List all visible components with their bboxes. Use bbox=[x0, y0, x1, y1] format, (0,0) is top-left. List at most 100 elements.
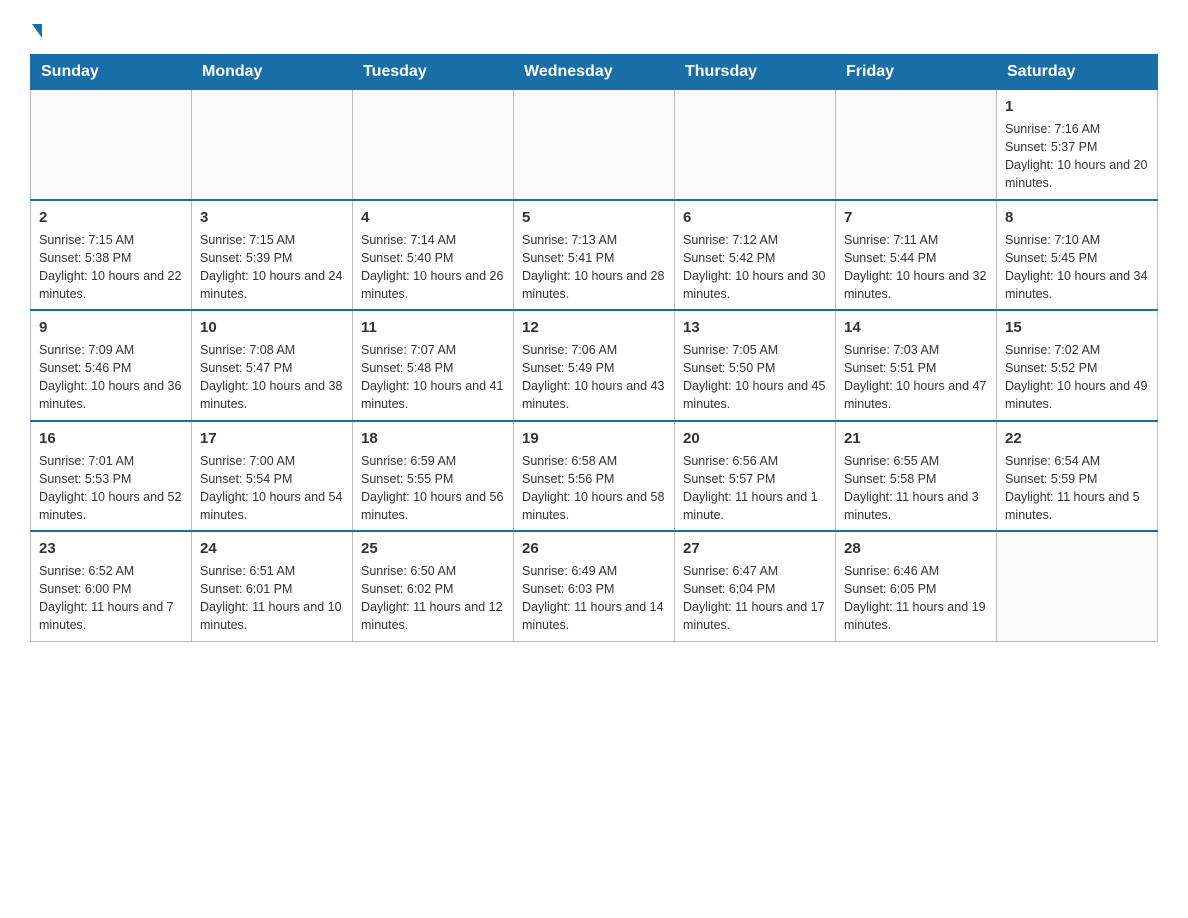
day-number: 19 bbox=[522, 428, 666, 449]
calendar-week-row: 2 Sunrise: 7:15 AM Sunset: 5:38 PM Daylig… bbox=[31, 200, 1158, 311]
day-info: Sunrise: 6:54 AM Sunset: 5:59 PM Dayligh… bbox=[1005, 452, 1149, 525]
day-number: 20 bbox=[683, 428, 827, 449]
calendar-cell: 7 Sunrise: 7:11 AM Sunset: 5:44 PM Daylig… bbox=[836, 200, 997, 311]
calendar-cell bbox=[997, 531, 1158, 641]
day-number: 23 bbox=[39, 538, 183, 559]
day-number: 21 bbox=[844, 428, 988, 449]
weekday-header-saturday: Saturday bbox=[997, 55, 1158, 90]
calendar-cell: 22 Sunrise: 6:54 AM Sunset: 5:59 PM Dayli… bbox=[997, 421, 1158, 532]
logo bbox=[30, 20, 42, 38]
day-info: Sunrise: 7:15 AM Sunset: 5:38 PM Dayligh… bbox=[39, 231, 183, 304]
day-number: 28 bbox=[844, 538, 988, 559]
day-number: 7 bbox=[844, 207, 988, 228]
day-number: 6 bbox=[683, 207, 827, 228]
day-number: 25 bbox=[361, 538, 505, 559]
calendar-cell: 27 Sunrise: 6:47 AM Sunset: 6:04 PM Dayli… bbox=[675, 531, 836, 641]
calendar-cell: 3 Sunrise: 7:15 AM Sunset: 5:39 PM Daylig… bbox=[192, 200, 353, 311]
calendar-cell: 26 Sunrise: 6:49 AM Sunset: 6:03 PM Dayli… bbox=[514, 531, 675, 641]
day-info: Sunrise: 7:11 AM Sunset: 5:44 PM Dayligh… bbox=[844, 231, 988, 304]
day-info: Sunrise: 7:08 AM Sunset: 5:47 PM Dayligh… bbox=[200, 341, 344, 414]
day-info: Sunrise: 7:02 AM Sunset: 5:52 PM Dayligh… bbox=[1005, 341, 1149, 414]
calendar-cell bbox=[192, 90, 353, 200]
day-info: Sunrise: 6:59 AM Sunset: 5:55 PM Dayligh… bbox=[361, 452, 505, 525]
calendar-cell: 19 Sunrise: 6:58 AM Sunset: 5:56 PM Dayli… bbox=[514, 421, 675, 532]
day-number: 13 bbox=[683, 317, 827, 338]
day-number: 24 bbox=[200, 538, 344, 559]
day-info: Sunrise: 7:05 AM Sunset: 5:50 PM Dayligh… bbox=[683, 341, 827, 414]
weekday-header-wednesday: Wednesday bbox=[514, 55, 675, 90]
day-info: Sunrise: 7:16 AM Sunset: 5:37 PM Dayligh… bbox=[1005, 120, 1149, 193]
calendar-cell: 23 Sunrise: 6:52 AM Sunset: 6:00 PM Dayli… bbox=[31, 531, 192, 641]
day-info: Sunrise: 7:15 AM Sunset: 5:39 PM Dayligh… bbox=[200, 231, 344, 304]
calendar-cell: 11 Sunrise: 7:07 AM Sunset: 5:48 PM Dayli… bbox=[353, 310, 514, 421]
weekday-header-monday: Monday bbox=[192, 55, 353, 90]
day-info: Sunrise: 6:50 AM Sunset: 6:02 PM Dayligh… bbox=[361, 562, 505, 635]
calendar-cell: 5Sunrise: 7:13 AM Sunset: 5:41 PM Daylig… bbox=[514, 200, 675, 311]
day-info: Sunrise: 7:07 AM Sunset: 5:48 PM Dayligh… bbox=[361, 341, 505, 414]
day-number: 11 bbox=[361, 317, 505, 338]
calendar-cell: 25 Sunrise: 6:50 AM Sunset: 6:02 PM Dayli… bbox=[353, 531, 514, 641]
day-info: Sunrise: 7:03 AM Sunset: 5:51 PM Dayligh… bbox=[844, 341, 988, 414]
day-info: Sunrise: 6:51 AM Sunset: 6:01 PM Dayligh… bbox=[200, 562, 344, 635]
day-number: 4 bbox=[361, 207, 505, 228]
day-info: Sunrise: 6:55 AM Sunset: 5:58 PM Dayligh… bbox=[844, 452, 988, 525]
calendar-cell: 2 Sunrise: 7:15 AM Sunset: 5:38 PM Daylig… bbox=[31, 200, 192, 311]
calendar-cell: 24 Sunrise: 6:51 AM Sunset: 6:01 PM Dayli… bbox=[192, 531, 353, 641]
day-number: 1 bbox=[1005, 96, 1149, 117]
day-number: 3 bbox=[200, 207, 344, 228]
day-number: 27 bbox=[683, 538, 827, 559]
calendar-cell: 10 Sunrise: 7:08 AM Sunset: 5:47 PM Dayli… bbox=[192, 310, 353, 421]
day-number: 26 bbox=[522, 538, 666, 559]
day-info: Sunrise: 7:06 AM Sunset: 5:49 PM Dayligh… bbox=[522, 341, 666, 414]
calendar-cell: 17 Sunrise: 7:00 AM Sunset: 5:54 PM Dayli… bbox=[192, 421, 353, 532]
day-info: Sunrise: 6:49 AM Sunset: 6:03 PM Dayligh… bbox=[522, 562, 666, 635]
day-info: Sunrise: 7:00 AM Sunset: 5:54 PM Dayligh… bbox=[200, 452, 344, 525]
calendar-week-row: 1 Sunrise: 7:16 AM Sunset: 5:37 PM Daylig… bbox=[31, 90, 1158, 200]
page-header bbox=[30, 20, 1158, 38]
calendar-cell: 20Sunrise: 6:56 AM Sunset: 5:57 PM Dayli… bbox=[675, 421, 836, 532]
day-info: Sunrise: 6:52 AM Sunset: 6:00 PM Dayligh… bbox=[39, 562, 183, 635]
day-info: Sunrise: 6:46 AM Sunset: 6:05 PM Dayligh… bbox=[844, 562, 988, 635]
day-number: 17 bbox=[200, 428, 344, 449]
calendar-cell: 16 Sunrise: 7:01 AM Sunset: 5:53 PM Dayli… bbox=[31, 421, 192, 532]
day-number: 12 bbox=[522, 317, 666, 338]
day-info: Sunrise: 6:58 AM Sunset: 5:56 PM Dayligh… bbox=[522, 452, 666, 525]
day-number: 22 bbox=[1005, 428, 1149, 449]
calendar-cell bbox=[31, 90, 192, 200]
weekday-header-friday: Friday bbox=[836, 55, 997, 90]
calendar-cell: 9 Sunrise: 7:09 AM Sunset: 5:46 PM Daylig… bbox=[31, 310, 192, 421]
day-number: 9 bbox=[39, 317, 183, 338]
day-info: Sunrise: 6:47 AM Sunset: 6:04 PM Dayligh… bbox=[683, 562, 827, 635]
calendar-cell: 21 Sunrise: 6:55 AM Sunset: 5:58 PM Dayli… bbox=[836, 421, 997, 532]
calendar-cell: 14 Sunrise: 7:03 AM Sunset: 5:51 PM Dayli… bbox=[836, 310, 997, 421]
day-info: Sunrise: 7:14 AM Sunset: 5:40 PM Dayligh… bbox=[361, 231, 505, 304]
weekday-header-row: SundayMondayTuesdayWednesdayThursdayFrid… bbox=[31, 55, 1158, 90]
day-number: 8 bbox=[1005, 207, 1149, 228]
weekday-header-tuesday: Tuesday bbox=[353, 55, 514, 90]
calendar-week-row: 23 Sunrise: 6:52 AM Sunset: 6:00 PM Dayli… bbox=[31, 531, 1158, 641]
weekday-header-sunday: Sunday bbox=[31, 55, 192, 90]
calendar-cell: 1 Sunrise: 7:16 AM Sunset: 5:37 PM Daylig… bbox=[997, 90, 1158, 200]
day-info: Sunrise: 7:13 AM Sunset: 5:41 PM Dayligh… bbox=[522, 231, 666, 304]
day-number: 2 bbox=[39, 207, 183, 228]
day-number: 18 bbox=[361, 428, 505, 449]
calendar-cell: 6Sunrise: 7:12 AM Sunset: 5:42 PM Daylig… bbox=[675, 200, 836, 311]
day-number: 10 bbox=[200, 317, 344, 338]
day-info: Sunrise: 7:09 AM Sunset: 5:46 PM Dayligh… bbox=[39, 341, 183, 414]
day-info: Sunrise: 7:01 AM Sunset: 5:53 PM Dayligh… bbox=[39, 452, 183, 525]
calendar-week-row: 16 Sunrise: 7:01 AM Sunset: 5:53 PM Dayli… bbox=[31, 421, 1158, 532]
day-number: 14 bbox=[844, 317, 988, 338]
weekday-header-thursday: Thursday bbox=[675, 55, 836, 90]
calendar-cell bbox=[836, 90, 997, 200]
calendar-cell: 4 Sunrise: 7:14 AM Sunset: 5:40 PM Daylig… bbox=[353, 200, 514, 311]
calendar-table: SundayMondayTuesdayWednesdayThursdayFrid… bbox=[30, 54, 1158, 642]
calendar-cell: 18 Sunrise: 6:59 AM Sunset: 5:55 PM Dayli… bbox=[353, 421, 514, 532]
logo-arrow-icon bbox=[32, 24, 42, 38]
calendar-cell: 28 Sunrise: 6:46 AM Sunset: 6:05 PM Dayli… bbox=[836, 531, 997, 641]
calendar-cell bbox=[514, 90, 675, 200]
calendar-cell bbox=[353, 90, 514, 200]
calendar-week-row: 9 Sunrise: 7:09 AM Sunset: 5:46 PM Daylig… bbox=[31, 310, 1158, 421]
day-number: 16 bbox=[39, 428, 183, 449]
calendar-cell: 13 Sunrise: 7:05 AM Sunset: 5:50 PM Dayli… bbox=[675, 310, 836, 421]
day-info: Sunrise: 7:10 AM Sunset: 5:45 PM Dayligh… bbox=[1005, 231, 1149, 304]
